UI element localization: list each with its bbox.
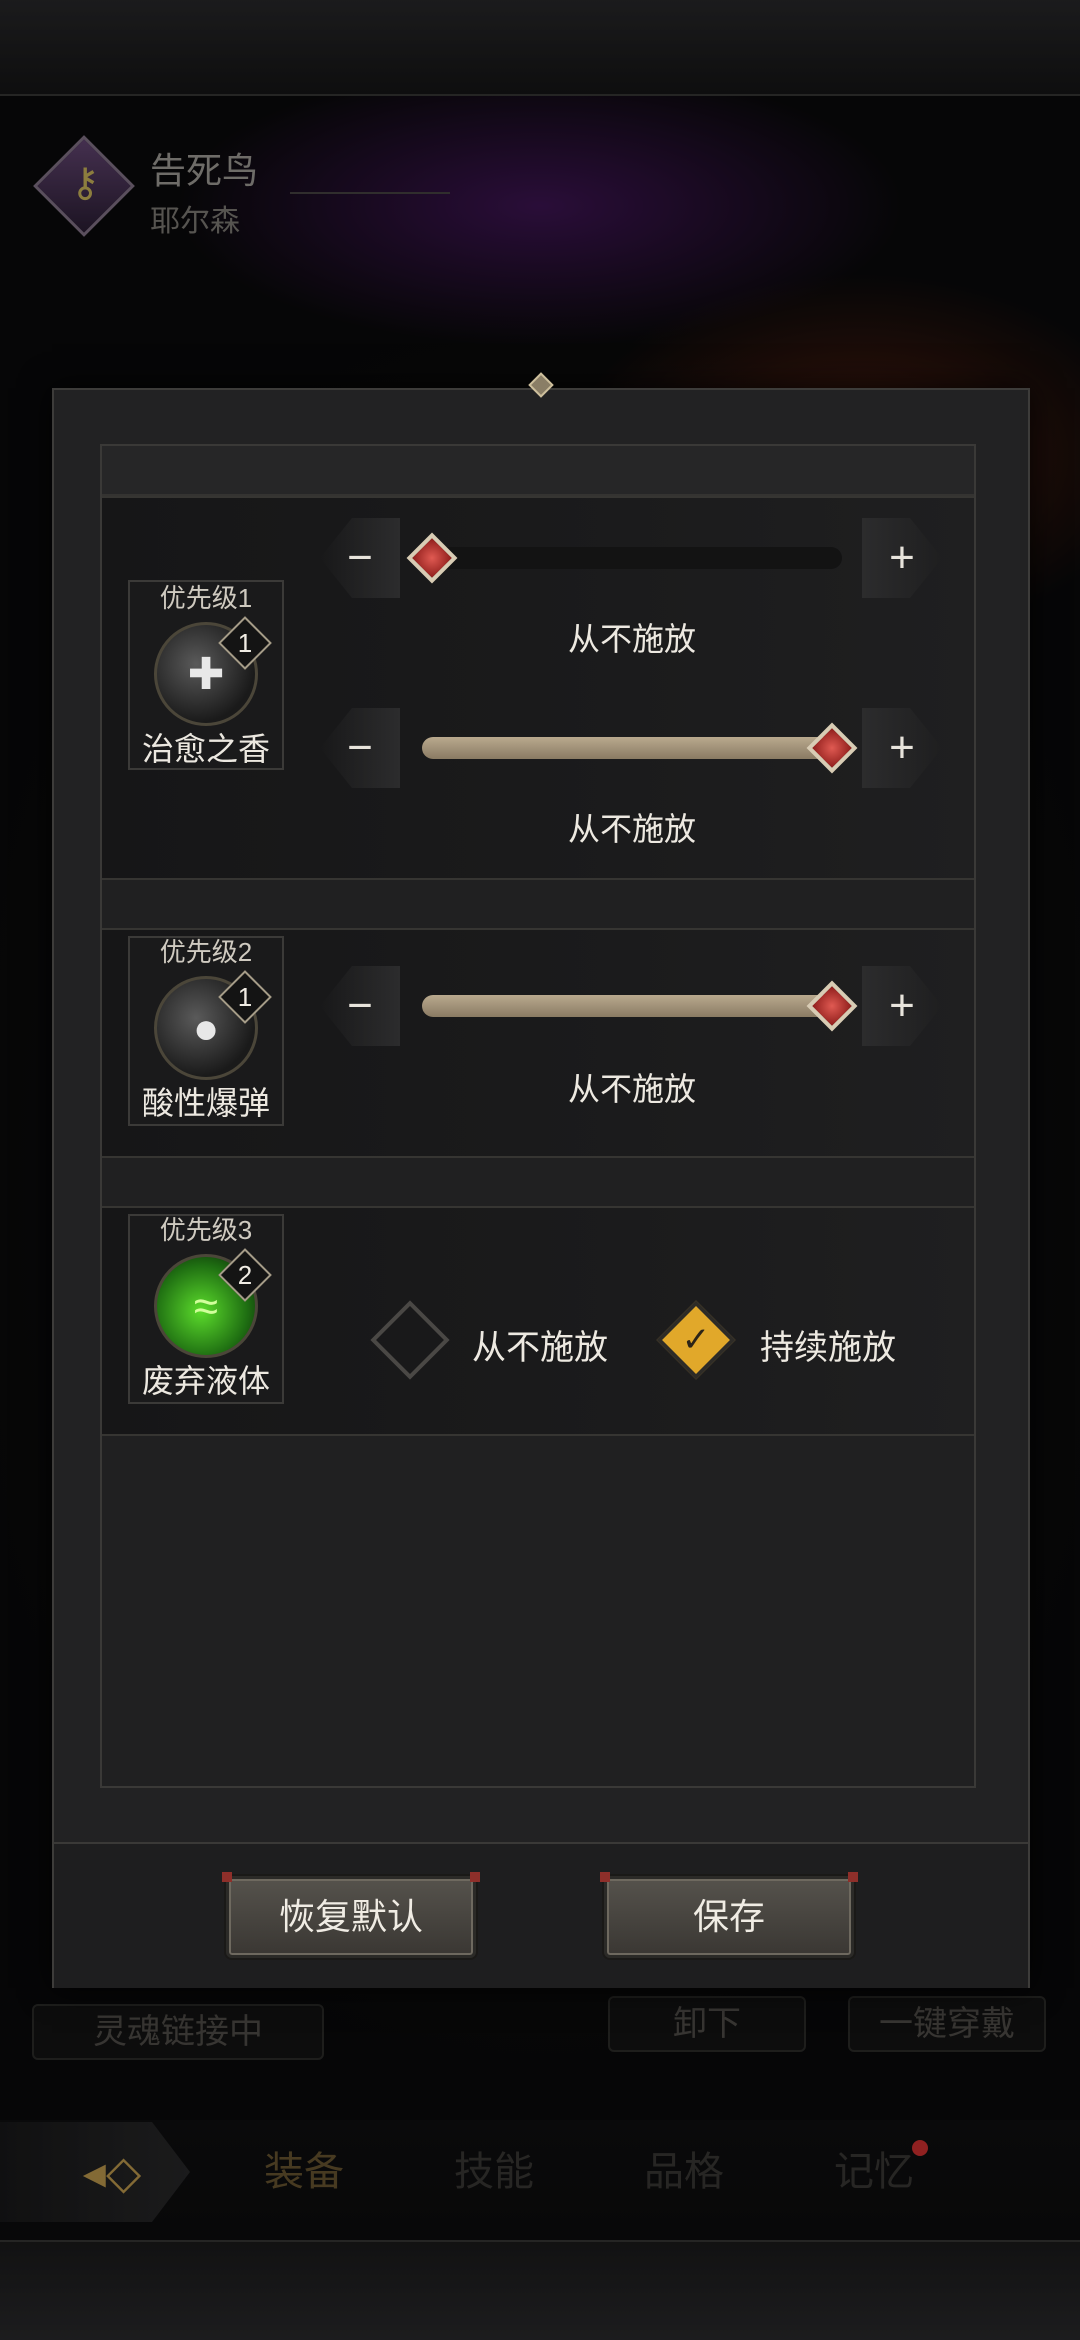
restore-default-button[interactable]: 恢复默认 bbox=[226, 1876, 476, 1958]
priority-label: 优先级1 bbox=[159, 583, 253, 613]
priority-label: 优先级2 bbox=[159, 937, 253, 967]
panel-header-strip bbox=[102, 446, 974, 496]
skill-name: 酸性爆弹 bbox=[141, 1085, 270, 1121]
save-button[interactable]: 保存 bbox=[604, 1876, 854, 1958]
cast-slider-1[interactable] bbox=[422, 547, 842, 569]
skill-name: 废弃液体 bbox=[141, 1363, 270, 1399]
button-corner-ornament bbox=[600, 1872, 610, 1882]
skill-badge: 1 bbox=[237, 628, 253, 658]
dialog-footer bbox=[54, 1842, 1028, 1988]
slider-value-label: 从不施放 bbox=[567, 811, 696, 847]
option-always-cast-label[interactable]: 持续施放 bbox=[760, 1320, 896, 1369]
button-corner-ornament bbox=[848, 1872, 858, 1882]
priority-label: 优先级3 bbox=[159, 1215, 253, 1245]
skill-badge: 1 bbox=[237, 982, 253, 1012]
slider-value-label: 从不施放 bbox=[567, 621, 696, 657]
skill-badge: 2 bbox=[237, 1260, 253, 1290]
cast-slider-3[interactable] bbox=[422, 995, 842, 1017]
slider-value-label: 从不施放 bbox=[567, 1071, 696, 1107]
cast-slider-2[interactable] bbox=[422, 737, 842, 759]
button-corner-ornament bbox=[470, 1872, 480, 1882]
option-never-cast-label[interactable]: 从不施放 bbox=[472, 1320, 608, 1369]
skill-name: 治愈之香 bbox=[141, 731, 270, 767]
check-icon: ✓ bbox=[681, 1321, 711, 1359]
button-corner-ornament bbox=[222, 1872, 232, 1882]
